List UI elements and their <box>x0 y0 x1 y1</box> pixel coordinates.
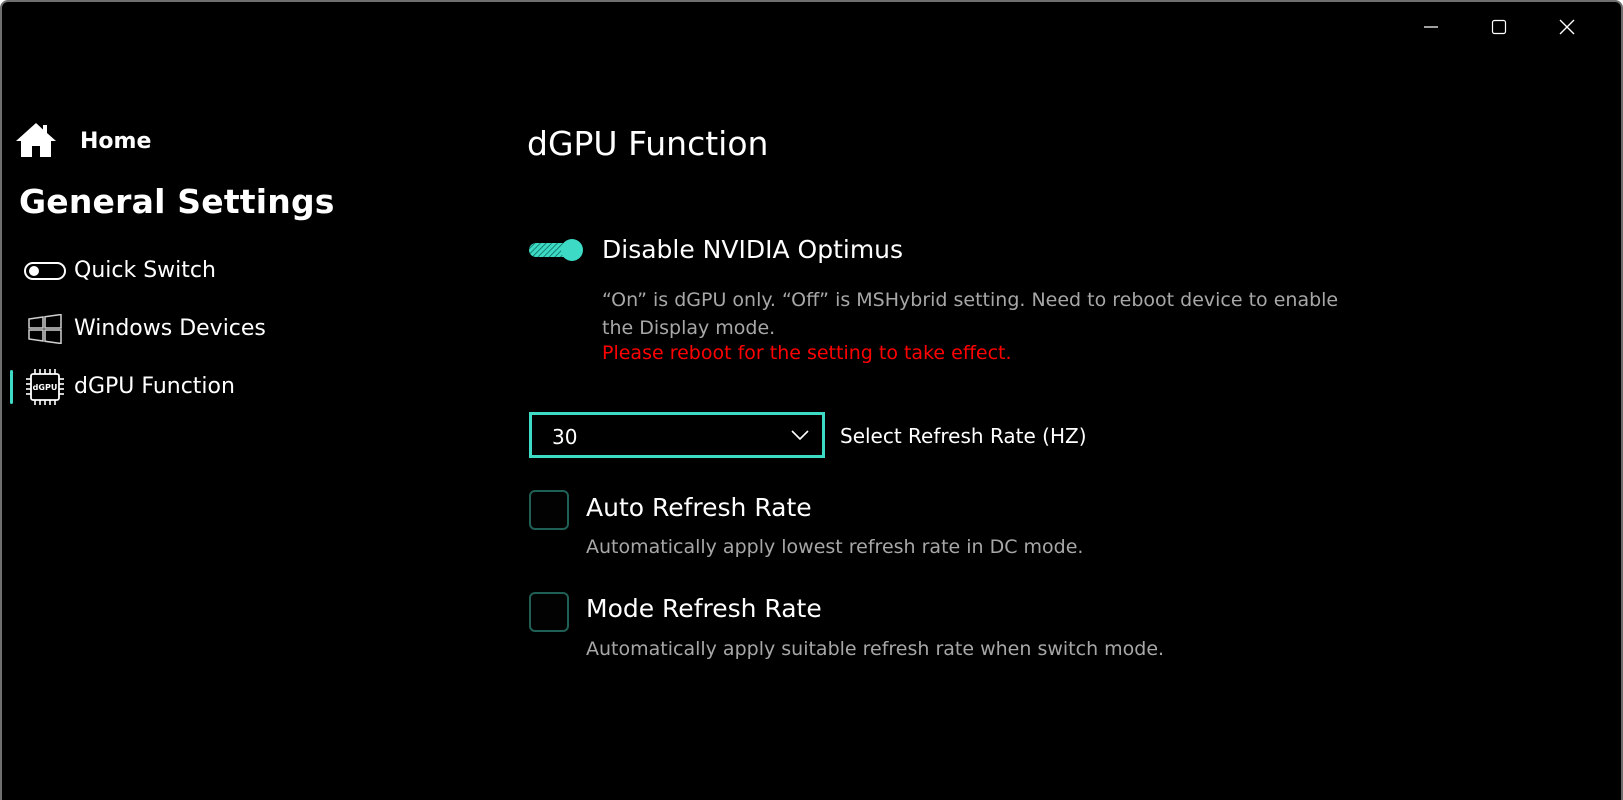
maximize-icon <box>1491 19 1507 35</box>
refresh-rate-select[interactable]: 30 <box>529 412 825 458</box>
mode-refresh-description: Automatically apply suitable refresh rat… <box>586 638 1165 660</box>
optimus-label: Disable NVIDIA Optimus <box>602 235 904 264</box>
chip-label: dGPU <box>33 383 58 392</box>
dgpu-chip-icon: dGPU <box>24 369 66 405</box>
sidebar-item-label: Windows Devices <box>74 316 266 341</box>
refresh-rate-label: Select Refresh Rate (HZ) <box>840 424 1087 448</box>
close-icon <box>1559 19 1575 35</box>
auto-refresh-description: Automatically apply lowest refresh rate … <box>586 536 1084 558</box>
app-window: Home General Settings Quick Switch Windo… <box>0 0 1623 800</box>
sidebar-item-dgpu-function[interactable]: dGPU dGPU Function <box>10 364 482 410</box>
sidebar-heading: General Settings <box>19 182 335 221</box>
reboot-warning: Please reboot for the setting to take ef… <box>602 342 1012 364</box>
minimize-button[interactable] <box>1397 2 1465 52</box>
selected-indicator <box>10 370 13 404</box>
optimus-description: “On” is dGPU only. “Off” is MSHybrid set… <box>602 289 1339 339</box>
refresh-rate-value: 30 <box>552 425 578 449</box>
windows-logo-icon <box>24 312 66 346</box>
home-icon <box>16 123 56 157</box>
sidebar-item-label: dGPU Function <box>74 374 235 399</box>
sidebar-item-quick-switch[interactable]: Quick Switch <box>12 248 482 294</box>
maximize-button[interactable] <box>1465 2 1533 52</box>
sidebar-item-label: Quick Switch <box>74 258 216 283</box>
sidebar-item-windows-devices[interactable]: Windows Devices <box>12 306 482 352</box>
home-nav[interactable]: Home <box>14 120 151 160</box>
chevron-down-icon <box>790 427 810 446</box>
close-button[interactable] <box>1533 2 1601 52</box>
mode-refresh-checkbox[interactable] <box>529 592 569 632</box>
home-label: Home <box>80 129 152 154</box>
auto-refresh-label: Auto Refresh Rate <box>586 493 812 522</box>
auto-refresh-checkbox[interactable] <box>529 490 569 530</box>
minimize-icon <box>1424 26 1438 28</box>
toggle-switch-icon <box>24 254 66 288</box>
mode-refresh-label: Mode Refresh Rate <box>586 594 822 623</box>
optimus-toggle[interactable] <box>528 238 586 262</box>
page-title: dGPU Function <box>527 124 769 163</box>
